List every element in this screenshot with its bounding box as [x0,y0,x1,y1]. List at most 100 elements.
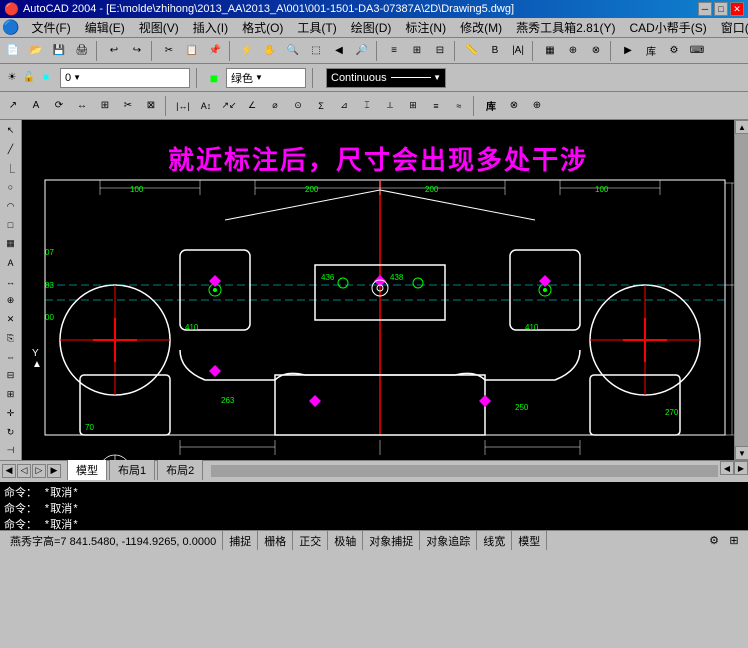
tb2-dim10[interactable]: ⟂ [379,95,401,117]
tb2-dim7[interactable]: Σ [310,95,332,117]
tb2-extra1[interactable]: ⊗ [503,95,525,117]
menu-file[interactable]: 文件(F) [25,18,76,37]
status-otrack[interactable]: 对象追踪 [420,531,477,550]
tb2-dim1[interactable]: |↔| [172,95,194,117]
status-osnap[interactable]: 对象捕捉 [363,531,420,550]
tb2-dim13[interactable]: ≈ [448,95,470,117]
tb2-dim12[interactable]: ≡ [425,95,447,117]
color-dropdown[interactable]: 绿色 ▼ [226,68,306,88]
status-lineweight[interactable]: 线宽 [477,531,512,550]
tb-pan[interactable]: ✋ [259,40,281,62]
tb2-dim9[interactable]: ⌶ [356,95,378,117]
tb2-lib[interactable]: 库 [480,95,502,117]
tb2-4[interactable]: ↔ [71,95,93,117]
ltb-arc[interactable]: ◠ [2,197,20,215]
status-snap[interactable]: 捕捉 [223,531,258,550]
hscroll-right[interactable]: ▶ [734,461,748,475]
hscroll-track[interactable] [211,465,718,477]
tb-new[interactable]: 📄 [2,40,24,62]
ltb-rotate[interactable]: ↻ [2,423,20,441]
menu-format[interactable]: 格式(O) [236,18,289,37]
tb2-3[interactable]: ⟳ [48,95,70,117]
ltb-erase[interactable]: ✕ [2,310,20,328]
tb2-7[interactable]: ⊠ [140,95,162,117]
tb-zoom-all[interactable]: 🔎 [351,40,373,62]
tb-layer[interactable]: ≡ [383,40,405,62]
tb-extra3[interactable]: ⚙ [663,40,685,62]
tab-scroll-left1[interactable]: ◀ [2,464,16,478]
menu-dim[interactable]: 标注(N) [399,18,452,37]
linetype-dropdown[interactable]: Continuous ▼ [326,68,446,88]
tb-matchprop[interactable]: ⚡ [236,40,258,62]
ltb-pline[interactable]: ⎿ [2,160,20,178]
menu-view[interactable]: 视图(V) [133,18,185,37]
ltb-copy2[interactable]: ⎘ [2,329,20,347]
tb-b1[interactable]: B [484,40,506,62]
ltb-offset[interactable]: ⊟ [2,367,20,385]
tb2-dim4[interactable]: ∠ [241,95,263,117]
tb-zoom-window[interactable]: ⬚ [305,40,327,62]
tb2-2[interactable]: A [25,95,47,117]
ltb-insert[interactable]: ⊕ [2,291,20,309]
tb-paste[interactable]: 📌 [204,40,226,62]
tb-save[interactable]: 💾 [48,40,70,62]
color-icon[interactable]: ■ [206,70,222,86]
scroll-down-btn[interactable]: ▼ [735,446,748,460]
tb-print[interactable]: 🖨 [71,40,93,62]
canvas-area[interactable]: 就近标注后，尺寸会出现多处干涉 Y▲ [22,120,734,460]
menu-yanxiu[interactable]: 燕秀工具箱2.81(Y) [510,18,621,37]
tb-open[interactable]: 📂 [25,40,47,62]
ltb-select[interactable]: ↖ [2,122,20,140]
ltb-trim[interactable]: ⊣ [2,442,20,460]
menu-edit[interactable]: 编辑(E) [79,18,131,37]
menu-cadhelper[interactable]: CAD小帮手(S) [623,18,712,37]
tb2-dim3[interactable]: ↗↙ [218,95,240,117]
layer-color-icon[interactable]: ■ [38,70,54,86]
ltb-dim[interactable]: ↔ [2,273,20,291]
tab-model[interactable]: 模型 [67,459,107,480]
status-ortho[interactable]: 正交 [293,531,328,550]
tb2-dim8[interactable]: ⊿ [333,95,355,117]
tb-redo[interactable]: ↪ [126,40,148,62]
tab-layout2[interactable]: 布局2 [157,459,203,480]
hscroll-left[interactable]: ◀ [720,461,734,475]
status-grid[interactable]: 栅格 [258,531,293,550]
ltb-move[interactable]: ✛ [2,404,20,422]
tb-copy[interactable]: 📋 [181,40,203,62]
tb2-dim5[interactable]: ⌀ [264,95,286,117]
tb-zoom-prev[interactable]: ◀ [328,40,350,62]
tb-extra4[interactable]: ⌨ [686,40,708,62]
ltb-hatch[interactable]: ▦ [2,235,20,253]
menu-tools[interactable]: 工具(T) [291,18,342,37]
close-btn[interactable]: ✕ [730,2,744,16]
layer-dropdown[interactable]: 0 ▼ [60,68,190,88]
tab-scroll-right2[interactable]: ▶ [47,464,61,478]
scroll-up-btn[interactable]: ▲ [735,120,748,134]
tb2-6[interactable]: ✂ [117,95,139,117]
menu-draw[interactable]: 绘图(D) [345,18,398,37]
layer-freeze-icon[interactable]: ☀ [4,70,20,86]
tb2-dim2[interactable]: A↕ [195,95,217,117]
tb-block[interactable]: ▦ [539,40,561,62]
tb-extra2[interactable]: 库 [640,40,662,62]
ltb-line[interactable]: ╱ [2,141,20,159]
tb-xref[interactable]: ⊟ [429,40,451,62]
ltb-array[interactable]: ⊞ [2,386,20,404]
scroll-track-right[interactable] [735,134,748,446]
tb-zoom-realtime[interactable]: 🔍 [282,40,304,62]
status-polar[interactable]: 极轴 [328,531,363,550]
tb2-1[interactable]: ↗ [2,95,24,117]
tb2-dim11[interactable]: ⊞ [402,95,424,117]
tb-attdef[interactable]: ⊗ [585,40,607,62]
status-icon1[interactable]: ⚙ [704,531,724,551]
menu-insert[interactable]: 插入(I) [187,18,234,37]
tb-extra1[interactable]: ▶ [617,40,639,62]
ltb-mirror[interactable]: ⇔ [2,348,20,366]
tab-scroll-right1[interactable]: ▷ [32,464,46,478]
minimize-btn[interactable]: ─ [698,2,712,16]
maximize-btn[interactable]: □ [714,2,728,16]
tb-b2[interactable]: |A| [507,40,529,62]
menu-modify[interactable]: 修改(M) [454,18,508,37]
tb2-extra2[interactable]: ⊕ [526,95,548,117]
tab-layout1[interactable]: 布局1 [109,459,155,480]
